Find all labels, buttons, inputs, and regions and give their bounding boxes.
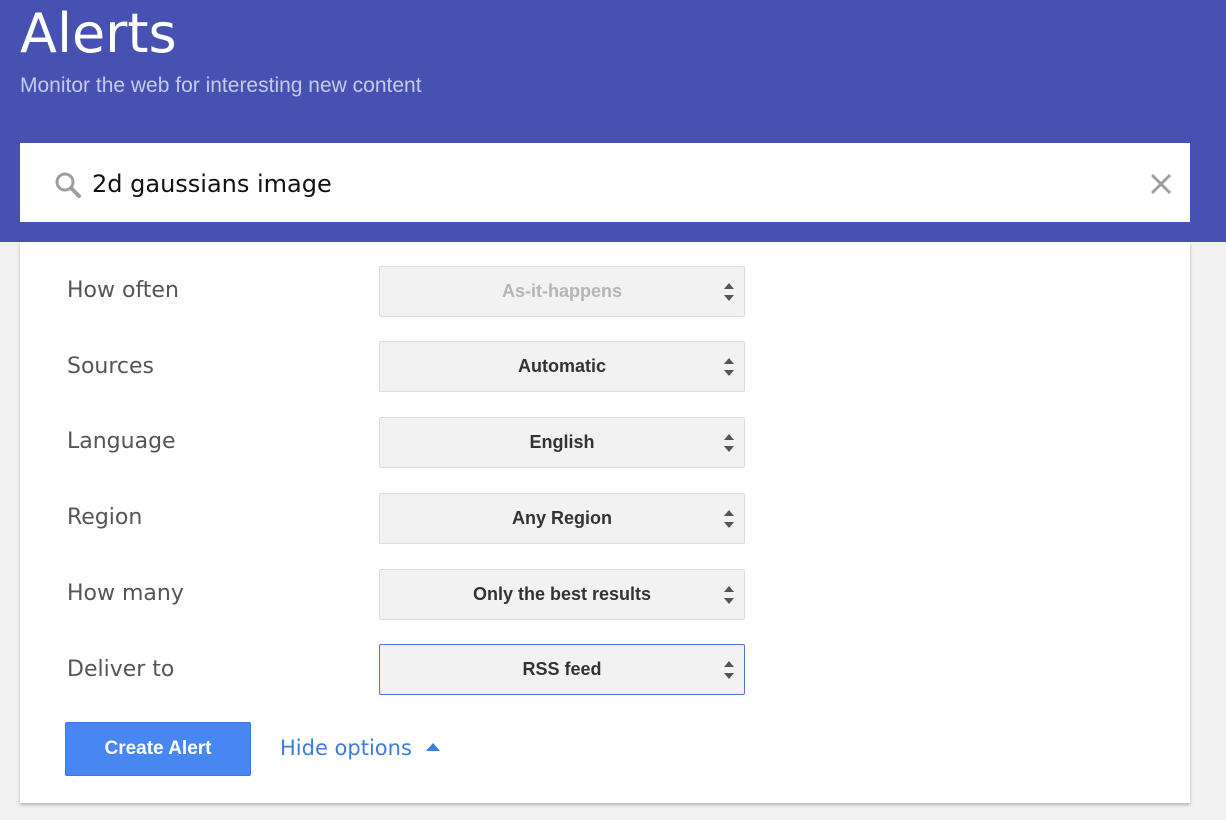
select-arrows-icon	[724, 358, 734, 376]
close-icon[interactable]	[1149, 172, 1173, 196]
select-arrows-icon	[724, 283, 734, 301]
how-often-value: As-it-happens	[501, 281, 622, 301]
sources-value: Automatic	[517, 356, 606, 376]
select-arrows-icon	[724, 510, 734, 528]
language-select[interactable]: English	[379, 417, 745, 468]
region-label: Region	[67, 505, 143, 530]
language-value: English	[529, 432, 595, 452]
how-many-value: Only the best results	[472, 584, 652, 604]
page-title: Alerts	[20, 2, 177, 65]
select-arrows-icon	[724, 434, 734, 452]
options-panel: How often As-it-happens Sources Automati…	[20, 242, 1190, 803]
select-arrows-icon	[724, 586, 734, 604]
sources-label: Sources	[67, 354, 155, 379]
deliver-to-select[interactable]: RSS feed	[379, 644, 745, 695]
search-bar[interactable]: 2d gaussians image	[20, 143, 1190, 222]
language-label: Language	[67, 429, 176, 454]
alerts-header: Alerts Monitor the web for interesting n…	[0, 0, 1226, 242]
deliver-to-label: Deliver to	[67, 657, 175, 682]
caret-up-icon	[425, 743, 440, 751]
how-often-select: As-it-happens	[379, 266, 745, 317]
deliver-to-value: RSS feed	[522, 659, 602, 679]
create-alert-button[interactable]: Create Alert	[65, 722, 251, 776]
page-subtitle: Monitor the web for interesting new cont…	[20, 74, 422, 97]
select-arrows-icon	[724, 661, 734, 679]
region-select[interactable]: Any Region	[379, 493, 745, 544]
sources-select[interactable]: Automatic	[379, 341, 745, 392]
search-input[interactable]: 2d gaussians image	[92, 170, 332, 198]
how-many-select[interactable]: Only the best results	[379, 569, 745, 620]
how-many-label: How many	[67, 581, 184, 606]
hide-options-link[interactable]: Hide options	[280, 736, 440, 760]
how-often-label: How often	[67, 278, 179, 303]
hide-options-label: Hide options	[280, 736, 412, 760]
search-icon	[55, 172, 81, 198]
region-value: Any Region	[511, 508, 612, 528]
